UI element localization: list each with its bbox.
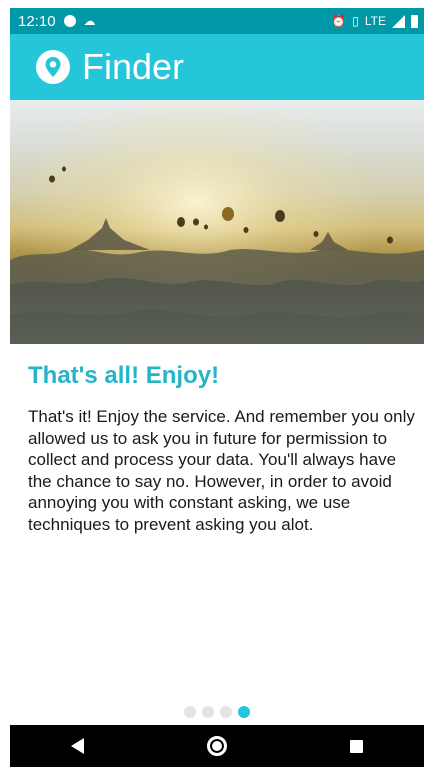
back-icon[interactable] xyxy=(71,738,85,754)
page-dot-3[interactable] xyxy=(220,706,232,718)
app-bar: Finder xyxy=(10,34,424,100)
location-pin-icon xyxy=(36,50,70,84)
phone-screen: 12:10 ☁ ⏰ ▯ LTE Finder That's all! Enjoy… xyxy=(10,8,424,767)
hero-image xyxy=(10,100,424,344)
status-icons: ⏰ ▯ LTE xyxy=(331,8,418,34)
page-dot-1[interactable] xyxy=(184,706,196,718)
cloud-icon: ☁ xyxy=(83,14,96,28)
page-indicator xyxy=(10,706,424,718)
onboarding-body: That's it! Enjoy the service. And rememb… xyxy=(28,407,415,534)
page-dot-2[interactable] xyxy=(202,706,214,718)
home-icon[interactable] xyxy=(206,736,227,756)
page-dot-4-active[interactable] xyxy=(238,706,250,718)
battery-icon xyxy=(411,14,418,28)
app-title: Finder xyxy=(82,46,185,87)
navigation-bar xyxy=(10,725,424,767)
vibrate-icon: ▯ xyxy=(352,14,359,28)
alarm-icon: ⏰ xyxy=(331,14,347,28)
record-dot-icon xyxy=(63,15,76,27)
recents-icon[interactable] xyxy=(349,739,363,753)
status-time: 12:10 xyxy=(18,12,56,30)
status-bar: 12:10 ☁ ⏰ ▯ LTE xyxy=(10,8,424,34)
onboarding-title: That's all! Enjoy! xyxy=(28,362,220,389)
signal-icon xyxy=(392,14,405,28)
network-type: LTE xyxy=(364,14,386,28)
